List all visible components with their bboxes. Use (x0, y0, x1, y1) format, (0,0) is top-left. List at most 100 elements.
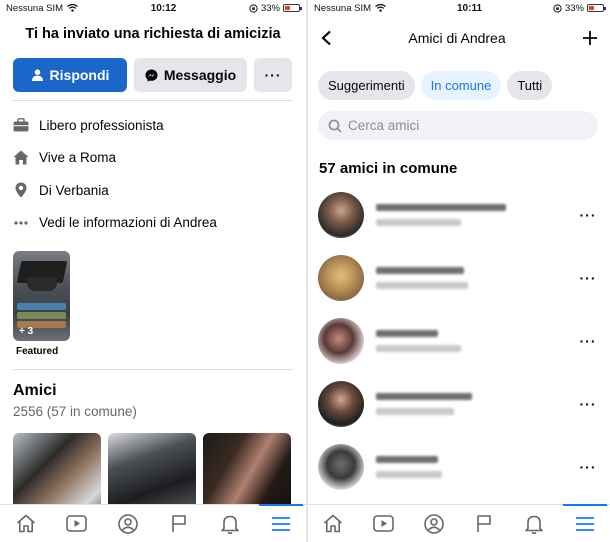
profile-icon (424, 513, 444, 534)
avatar[interactable] (318, 191, 364, 238)
back-arrow-icon[interactable] (320, 30, 332, 46)
avatar[interactable] (318, 380, 364, 427)
info-from: Di Verbania (13, 174, 293, 207)
orientation-lock-icon (249, 3, 258, 13)
video-icon (373, 515, 394, 532)
avatar[interactable] (318, 443, 364, 490)
bottom-tab-bar (0, 503, 306, 542)
bottom-tab-bar (308, 503, 610, 542)
row-more-button[interactable]: ··· (578, 396, 598, 412)
menu-icon (271, 516, 290, 531)
video-icon (66, 515, 87, 532)
carrier-label: Nessuna SIM (314, 2, 372, 14)
chip-mutual[interactable]: In comune (420, 71, 502, 100)
message-label: Messaggio (163, 67, 237, 83)
respond-label: Rispondi (49, 67, 110, 83)
flag-icon (477, 515, 491, 532)
row-more-button[interactable]: ··· (578, 270, 598, 286)
tab-menu[interactable] (258, 503, 303, 542)
user-icon (31, 69, 43, 81)
info-see-more-text: Vedi le informazioni di Andrea (39, 215, 217, 231)
tab-pages[interactable] (159, 505, 199, 542)
row-more-button[interactable]: ··· (578, 459, 598, 475)
info-see-more[interactable]: Vedi le informazioni di Andrea (13, 207, 293, 240)
list-item[interactable]: ··· (308, 183, 610, 246)
featured-count: + 3 (19, 326, 34, 337)
battery-percent: 33% (260, 2, 280, 14)
friends-count: 2556 (57 in comune) (13, 404, 137, 419)
request-title: Ti ha inviato una richiesta di amicizia (25, 26, 281, 42)
list-item[interactable]: ··· (308, 372, 610, 435)
battery-icon (283, 4, 302, 12)
orientation-lock-icon (553, 3, 562, 13)
tab-notifications[interactable] (210, 505, 250, 542)
mutual-friends-list: ··· ··· ··· ··· ··· (308, 183, 610, 498)
respond-button[interactable]: Rispondi (13, 58, 127, 92)
flag-icon (171, 515, 186, 532)
friends-section: Amici 2556 (57 in comune) (13, 369, 293, 525)
bell-icon (525, 515, 544, 534)
search-placeholder: Cerca amici (348, 118, 420, 133)
search-friends-input[interactable]: Cerca amici (318, 111, 598, 140)
info-work: Libero professionista (13, 109, 293, 142)
clock: 10:11 (456, 2, 483, 14)
search-icon (328, 119, 342, 133)
info-lives: Vive a Roma (13, 142, 293, 175)
featured-collection[interactable]: + 3 Featured (13, 251, 71, 357)
profile-screen: Nessuna SIM 10:12 33% Ti ha inviato una … (0, 0, 306, 542)
list-item[interactable]: ··· (308, 246, 610, 309)
tab-profile[interactable] (108, 505, 148, 542)
chip-all[interactable]: Tutti (507, 71, 553, 100)
more-options-button[interactable]: ··· (254, 58, 292, 92)
mutual-friends-heading: 57 amici in comune (319, 160, 458, 177)
carrier-label: Nessuna SIM (6, 2, 64, 14)
list-item[interactable]: ··· (308, 435, 610, 498)
featured-label: Featured (16, 346, 59, 357)
location-pin-icon (13, 182, 29, 198)
list-item[interactable]: ··· (308, 309, 610, 372)
message-button[interactable]: Messaggio (134, 58, 247, 92)
featured-thumbnail[interactable]: + 3 (13, 251, 70, 341)
friends-title: Amici (13, 382, 57, 399)
row-more-button[interactable]: ··· (578, 207, 598, 223)
friends-list-screen: Nessuna SIM 10:11 33% Amici di Andrea Su… (308, 0, 610, 542)
page-title: Amici di Andrea (408, 30, 506, 46)
battery-percent: 33% (564, 2, 584, 14)
tab-watch[interactable] (57, 505, 97, 542)
avatar[interactable] (318, 254, 364, 301)
profile-info-list: Libero professionista Vive a Roma Di Ver… (13, 100, 293, 239)
clock: 10:12 (150, 2, 177, 14)
wifi-icon (67, 4, 78, 12)
battery-icon (586, 4, 606, 12)
tab-notifications[interactable] (514, 505, 554, 542)
home-icon (16, 514, 35, 533)
wifi-icon (375, 4, 386, 12)
more-horizontal-icon: ··· (264, 67, 282, 83)
bell-icon (220, 515, 239, 534)
tab-home[interactable] (6, 505, 46, 542)
avatar[interactable] (318, 317, 364, 364)
profile-icon (117, 513, 138, 534)
info-lives-text: Vive a Roma (39, 150, 117, 166)
status-bar: Nessuna SIM 10:11 33% (308, 0, 610, 16)
home-icon (324, 514, 343, 533)
briefcase-icon (13, 118, 29, 132)
tab-watch[interactable] (363, 505, 403, 542)
action-buttons: Rispondi Messaggio ··· (0, 58, 306, 92)
more-horizontal-icon (13, 221, 29, 225)
tab-pages[interactable] (464, 505, 504, 542)
messenger-icon (145, 69, 158, 82)
info-work-text: Libero professionista (39, 117, 164, 133)
home-icon (13, 150, 29, 165)
info-from-text: Di Verbania (39, 182, 109, 198)
tab-menu[interactable] (562, 503, 607, 542)
tab-profile[interactable] (414, 505, 454, 542)
filter-chips: Suggerimenti In comune Tutti (308, 71, 610, 100)
add-icon[interactable] (582, 30, 598, 46)
tab-home[interactable] (313, 505, 353, 542)
menu-icon (575, 516, 594, 531)
status-bar: Nessuna SIM 10:12 33% (0, 0, 306, 16)
nav-bar: Amici di Andrea (308, 16, 610, 60)
row-more-button[interactable]: ··· (578, 333, 598, 349)
chip-suggestions[interactable]: Suggerimenti (318, 71, 415, 100)
